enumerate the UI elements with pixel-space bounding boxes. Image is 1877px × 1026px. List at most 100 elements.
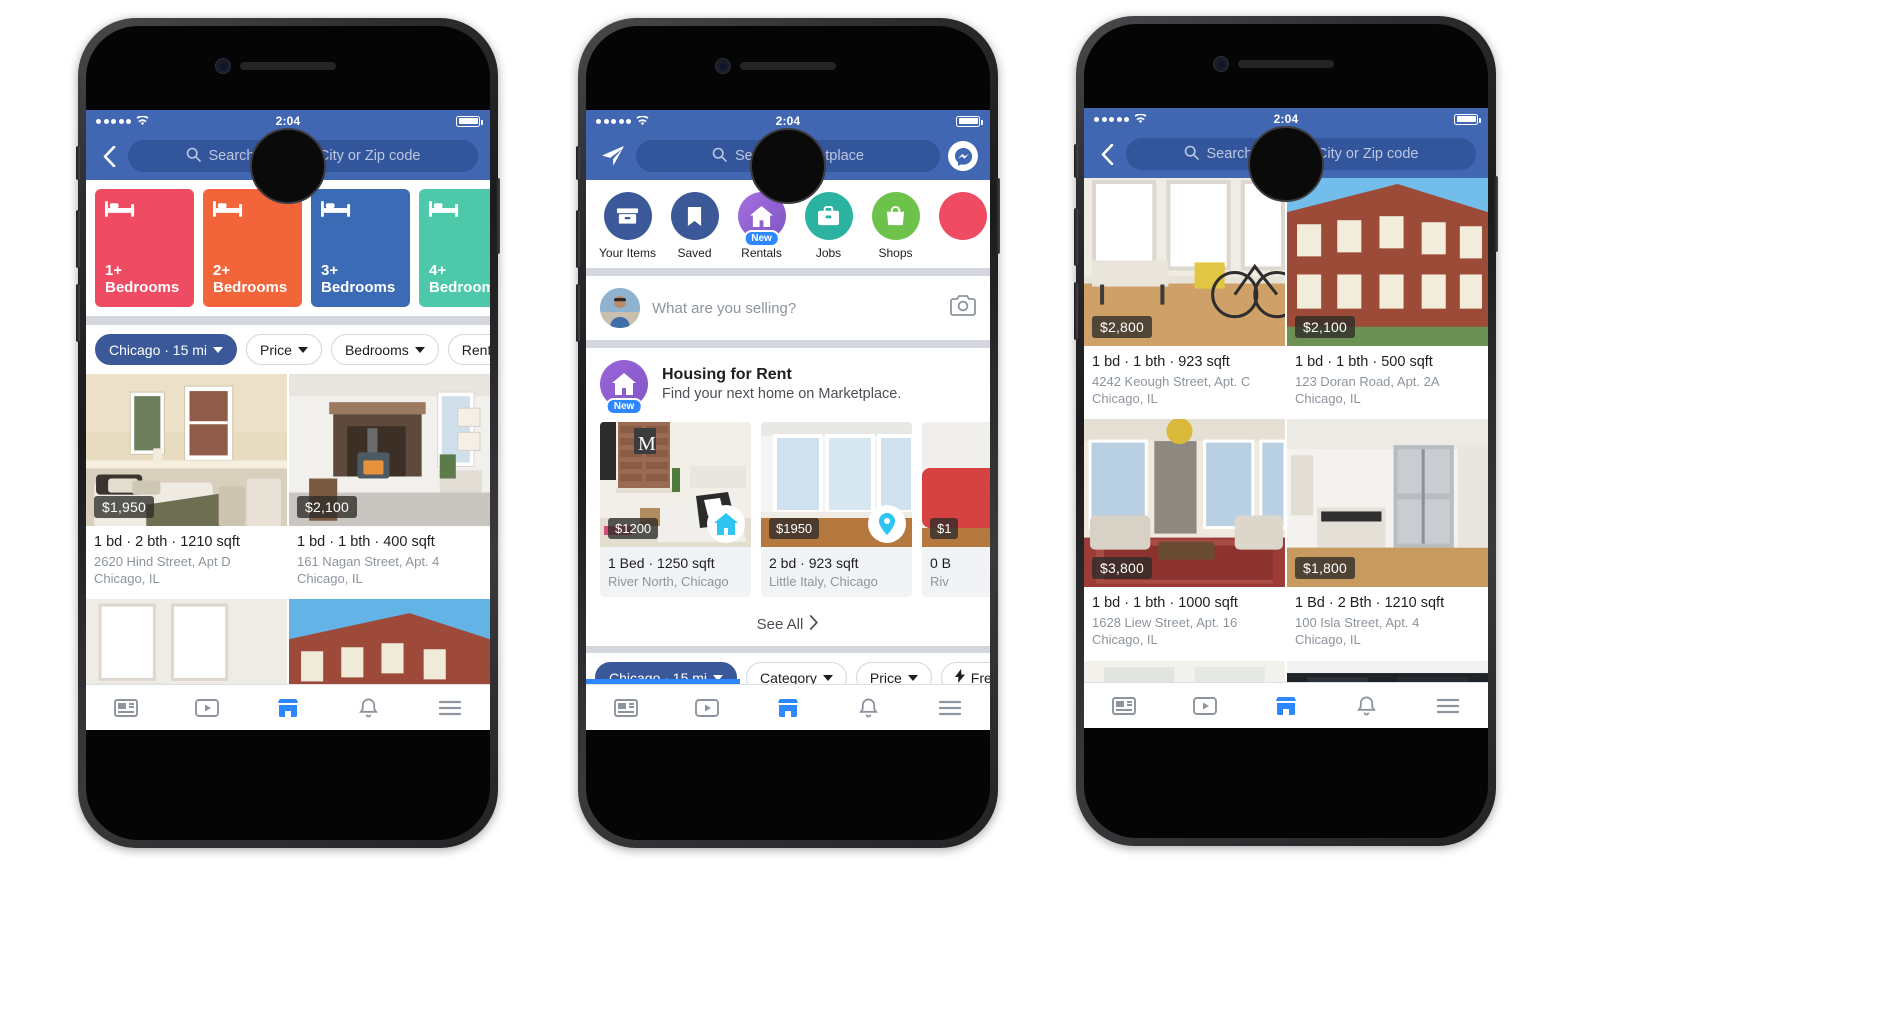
tab-watch[interactable] xyxy=(1165,683,1246,728)
promo-listing-specs: 0 B xyxy=(930,555,952,571)
listing-specs: 1 bd · 1 bth · 923 sqft xyxy=(1092,354,1230,370)
listing-address-2: Chicago, IL xyxy=(1295,632,1361,648)
listing-photo: $1,800 xyxy=(1287,419,1488,588)
section-divider xyxy=(586,646,990,653)
listing-meta: 1 bd · 1 bth · 1000 sqft 1628 Liew Stree… xyxy=(1084,587,1285,658)
see-all-label: See All xyxy=(756,616,804,633)
promo-listing-specs: 1 Bed · 1250 sqft xyxy=(608,555,715,571)
front-camera-icon xyxy=(215,58,232,74)
earpiece-speaker xyxy=(1238,60,1334,68)
listing-card[interactable]: $1,800 1 Bd · 2 Bth · 1210 sqft 100 Isla… xyxy=(1287,419,1488,659)
mute-switch xyxy=(76,146,80,180)
tab-marketplace[interactable] xyxy=(248,685,329,730)
promo-listing-neighborhood: River North, Chicago xyxy=(608,574,729,589)
listing-meta: 1 Bd · 2 Bth · 1210 sqft 100 Isla Street… xyxy=(1287,587,1488,658)
promo-listing-photo: $1 xyxy=(922,422,990,547)
home-button[interactable] xyxy=(750,128,826,204)
mute-switch xyxy=(1074,144,1078,178)
category-label: Bedrooms xyxy=(321,279,396,297)
promo-listing-meta: 0 B Riv xyxy=(922,547,990,597)
bottom-tab-bar[interactable] xyxy=(586,684,990,730)
promo-listing-card[interactable]: $1 0 B Riv xyxy=(922,422,990,597)
tab-news-feed[interactable] xyxy=(586,685,667,730)
tab-news-feed[interactable] xyxy=(1084,683,1165,728)
filter-chip-rental-type[interactable]: Rental Type xyxy=(447,334,490,365)
power-button xyxy=(496,178,500,254)
tab-notifications[interactable] xyxy=(828,685,909,730)
tab-menu[interactable] xyxy=(909,685,990,730)
power-button xyxy=(1494,176,1498,252)
category-count: 1+ xyxy=(105,262,123,280)
bottom-tab-bar[interactable] xyxy=(1084,682,1488,728)
tab-marketplace[interactable] xyxy=(748,685,829,730)
listing-card[interactable]: $3,800 1 bd · 1 bth · 1000 sqft 1628 Lie… xyxy=(1084,419,1285,659)
tab-news-feed[interactable] xyxy=(86,685,167,730)
volume-up-button xyxy=(576,210,580,268)
listing-price: $1,950 xyxy=(94,496,155,518)
volume-up-button xyxy=(76,210,80,268)
avatar[interactable] xyxy=(600,288,640,328)
tab-menu[interactable] xyxy=(409,685,490,730)
category-label: Bedrooms xyxy=(105,279,180,297)
promo-listing-meta: 1 Bed · 1250 sqft River North, Chicago xyxy=(600,547,751,597)
filter-chip-bedrooms[interactable]: Bedrooms xyxy=(330,334,439,365)
home-button[interactable] xyxy=(250,128,326,204)
phone-left: 2:04 Search Address, City or Zip code xyxy=(76,18,500,848)
promo-listing-photo: $1950 xyxy=(761,422,912,547)
housing-promo-header: New Housing for Rent Find your next home… xyxy=(586,348,990,416)
earpiece-speaker xyxy=(240,62,336,70)
promo-listing-card[interactable]: M $1200 1 Bed · 1250 sqft River North, C… xyxy=(600,422,751,597)
promo-listing-card[interactable]: $1950 2 bd · 923 sqft Little Italy, Chic… xyxy=(761,422,912,597)
new-badge: New xyxy=(743,230,780,247)
category-count: 2+ xyxy=(213,262,231,280)
home-button[interactable] xyxy=(1248,126,1324,202)
promo-price: $1200 xyxy=(608,518,659,539)
front-camera-icon xyxy=(1213,56,1230,72)
category-count: 3+ xyxy=(321,262,339,280)
shortcut-label: Rentals xyxy=(741,246,782,260)
listing-price: $2,100 xyxy=(297,496,358,518)
listing-address-2: Chicago, IL xyxy=(1092,632,1158,648)
listing-specs: 1 Bd · 2 Bth · 1210 sqft xyxy=(1295,595,1445,612)
camera-icon[interactable] xyxy=(950,294,976,322)
chevron-down-icon xyxy=(213,346,224,353)
house-icon: New xyxy=(600,360,648,415)
chevron-down-icon xyxy=(907,674,918,681)
section-divider xyxy=(586,268,990,276)
filter-chip-row[interactable]: Chicago · 15 mi Price Bedrooms Rental Ty… xyxy=(86,325,490,374)
shortcut-label: Shops xyxy=(878,246,913,260)
section-divider xyxy=(586,340,990,348)
tab-watch[interactable] xyxy=(667,685,748,730)
filter-chip-price[interactable]: Price xyxy=(246,334,322,365)
listing-card[interactable]: $1,950 1 bd · 2 bth · 1210 sqft 2620 Hin… xyxy=(86,374,287,598)
listing-meta: 1 bd · 1 bth · 500 sqft 123 Doran Road, … xyxy=(1287,346,1488,417)
tab-menu[interactable] xyxy=(1407,683,1488,728)
composer-row[interactable]: What are you selling? xyxy=(586,276,990,340)
phone-right: 2:04 Search Address, City or Zip code xyxy=(1074,16,1498,846)
map-pin-badge-icon xyxy=(868,505,906,543)
tab-notifications[interactable] xyxy=(328,685,409,730)
phone-top-bezel xyxy=(86,26,490,110)
listing-address-1: 161 Nagan Street, Apt. 4 xyxy=(297,554,440,569)
tab-marketplace[interactable] xyxy=(1246,683,1327,728)
listing-specs: 1 bd · 1 bth · 400 sqft xyxy=(297,534,435,550)
tab-notifications[interactable] xyxy=(1326,683,1407,728)
volume-down-button xyxy=(1074,282,1078,340)
filter-chip-location[interactable]: Chicago · 15 mi xyxy=(95,334,238,365)
listing-meta: 1 bd · 1 bth · 400 sqft 161 Nagan Street… xyxy=(289,526,490,597)
listing-address-2: Chicago, IL xyxy=(94,571,160,587)
bottom-tab-bar[interactable] xyxy=(86,684,490,730)
see-all-button[interactable]: See All xyxy=(586,605,990,646)
house-badge-icon xyxy=(707,505,745,543)
category-label: Bedrooms xyxy=(213,279,288,297)
promo-listing-neighborhood: Riv xyxy=(930,574,949,589)
promo-card-carousel[interactable]: M $1200 1 Bed · 1250 sqft River North, C… xyxy=(586,416,990,605)
category-count: 4+ xyxy=(429,262,447,280)
listing-card[interactable]: $2,100 1 bd · 1 bth · 400 sqft 161 Nagan… xyxy=(289,374,490,598)
filter-chip-location-label: Chicago · 15 mi xyxy=(109,341,208,358)
volume-down-button xyxy=(76,284,80,342)
shortcut-label: Your Items xyxy=(599,246,656,260)
tab-watch[interactable] xyxy=(167,685,248,730)
phone-top-bezel xyxy=(586,26,990,110)
promo-listing-meta: 2 bd · 923 sqft Little Italy, Chicago xyxy=(761,547,912,597)
